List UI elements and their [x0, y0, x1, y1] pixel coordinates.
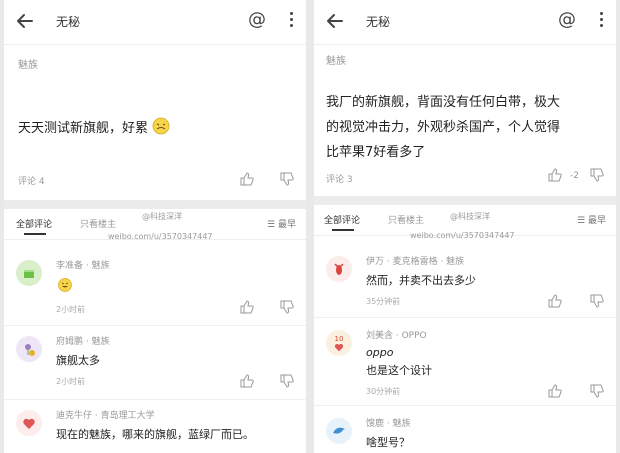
comment-text: 旗舰太多	[56, 354, 100, 367]
heart-icon	[334, 343, 344, 351]
post-text: 天天测试新旗舰，好累	[18, 116, 170, 141]
section-separator	[4, 200, 306, 209]
sort-button[interactable]: ☰ 最早	[577, 213, 606, 226]
laughing-emoji-icon	[58, 278, 72, 292]
comment-text: 也是这个设计	[366, 364, 432, 377]
comment-time: 2小时前	[56, 305, 86, 314]
comment-item: 馊鹿 · 魅族 啥型号？	[314, 406, 616, 453]
tab-op-only[interactable]: 只看楼主	[388, 213, 424, 226]
left-screen: 无秘 @ 魅族 天天测试新旗舰，好累 评论 4 全部评论 只看楼主 ☰ 最早 @…	[4, 0, 306, 453]
comment-item: 府姆鹏 · 魅族 旗舰太多 2小时前	[4, 326, 306, 400]
avatar[interactable]	[326, 418, 352, 444]
active-tab-indicator	[332, 229, 354, 231]
watermark-handle: @科技深洋	[142, 212, 182, 221]
like-icon[interactable]	[548, 168, 562, 182]
avatar[interactable]	[16, 260, 42, 286]
like-icon[interactable]	[548, 294, 562, 308]
mention-button[interactable]: @	[558, 9, 576, 30]
dislike-icon[interactable]	[280, 300, 294, 314]
dislike-icon[interactable]	[280, 172, 294, 186]
dislike-icon[interactable]	[590, 294, 604, 308]
comment-time: 2小时前	[56, 377, 86, 386]
cake-icon	[24, 270, 34, 278]
back-arrow-icon[interactable]	[324, 10, 346, 32]
comment-item: 迪克牛仔 · 青岛理工大学 现在的魅族，哪来的旗舰，蓝绿厂而已。	[4, 400, 306, 453]
like-icon[interactable]	[240, 300, 254, 314]
commenter-name: 迪克牛仔 · 青岛理工大学	[56, 411, 155, 421]
commenter-name: 伊万 · 麦克格雷格 · 魅族	[366, 257, 465, 267]
avatar[interactable]	[16, 410, 42, 436]
top-bar: 无秘 @	[314, 0, 616, 45]
tab-op-only[interactable]: 只看楼主	[80, 217, 116, 230]
dislike-icon[interactable]	[590, 384, 604, 398]
heart-badge-icon	[23, 418, 35, 429]
watermark-url: weibo.com/u/3570347447	[108, 232, 213, 241]
comment-text: 啥型号？	[366, 436, 410, 449]
more-options-icon[interactable]	[290, 12, 294, 30]
like-icon[interactable]	[240, 374, 254, 388]
comment-item: 李准备 · 魅族 2小时前	[4, 252, 306, 326]
page-title: 无秘	[56, 15, 81, 29]
comment-text: 然而，并卖不出去多少	[366, 274, 476, 287]
dislike-icon[interactable]	[590, 168, 604, 182]
tab-all-comments[interactable]: 全部评论	[16, 217, 52, 230]
comment-subtext: oppo	[366, 346, 394, 359]
comment-count: 评论 3	[326, 175, 353, 185]
dislike-icon[interactable]	[280, 374, 294, 388]
avatar[interactable]	[326, 256, 352, 282]
post-tag[interactable]: 魅族	[18, 56, 38, 71]
avatar-badge: 10	[334, 334, 344, 343]
commenter-name: 馊鹿 · 魅族	[366, 419, 411, 429]
back-arrow-icon[interactable]	[14, 10, 36, 32]
avatar[interactable]	[16, 336, 42, 362]
watermark-handle: @科技深洋	[450, 212, 490, 221]
commenter-name: 李准备 · 魅族	[56, 261, 110, 271]
flower-icon	[25, 344, 35, 356]
right-screen: 无秘 @ 魅族 我厂的新旗舰，背面没有任何白带，极大 的视觉冲击力，外观秒杀国产…	[314, 0, 616, 453]
post-text: 我厂的新旗舰，背面没有任何白带，极大 的视觉冲击力，外观秒杀国产，个人觉得 比苹…	[326, 95, 561, 160]
comment-time: 30分钟前	[366, 387, 401, 396]
commenter-name: 刘美含 · OPPO	[366, 331, 427, 341]
mention-button[interactable]: @	[248, 9, 266, 30]
comment-item: 伊万 · 麦克格雷格 · 魅族 然而，并卖不出去多少 35分钟前	[314, 246, 616, 318]
section-separator	[314, 196, 616, 205]
comment-text: 现在的魅族，哪来的旗舰，蓝绿厂而已。	[56, 428, 254, 441]
comment-item: 10 刘美含 · OPPO oppo 也是这个设计 30分钟前	[314, 318, 616, 406]
avatar[interactable]: 10	[326, 330, 352, 356]
dolphin-icon	[333, 427, 345, 434]
lobster-icon	[334, 263, 344, 275]
more-options-icon[interactable]	[600, 12, 604, 30]
vote-count: -2	[570, 171, 579, 181]
tab-all-comments[interactable]: 全部评论	[324, 213, 360, 226]
like-icon[interactable]	[240, 172, 254, 186]
page-title: 无秘	[366, 15, 391, 29]
watermark-url: weibo.com/u/3570347447	[410, 231, 515, 240]
tired-face-emoji-icon	[152, 117, 170, 135]
comment-count: 评论 4	[18, 177, 45, 187]
like-icon[interactable]	[548, 384, 562, 398]
comment-time: 35分钟前	[366, 297, 401, 306]
sort-button[interactable]: ☰ 最早	[267, 217, 296, 230]
commenter-name: 府姆鹏 · 魅族	[56, 337, 110, 347]
top-bar: 无秘 @	[4, 0, 306, 45]
post-tag[interactable]: 魅族	[326, 52, 346, 67]
active-tab-indicator	[24, 233, 46, 235]
